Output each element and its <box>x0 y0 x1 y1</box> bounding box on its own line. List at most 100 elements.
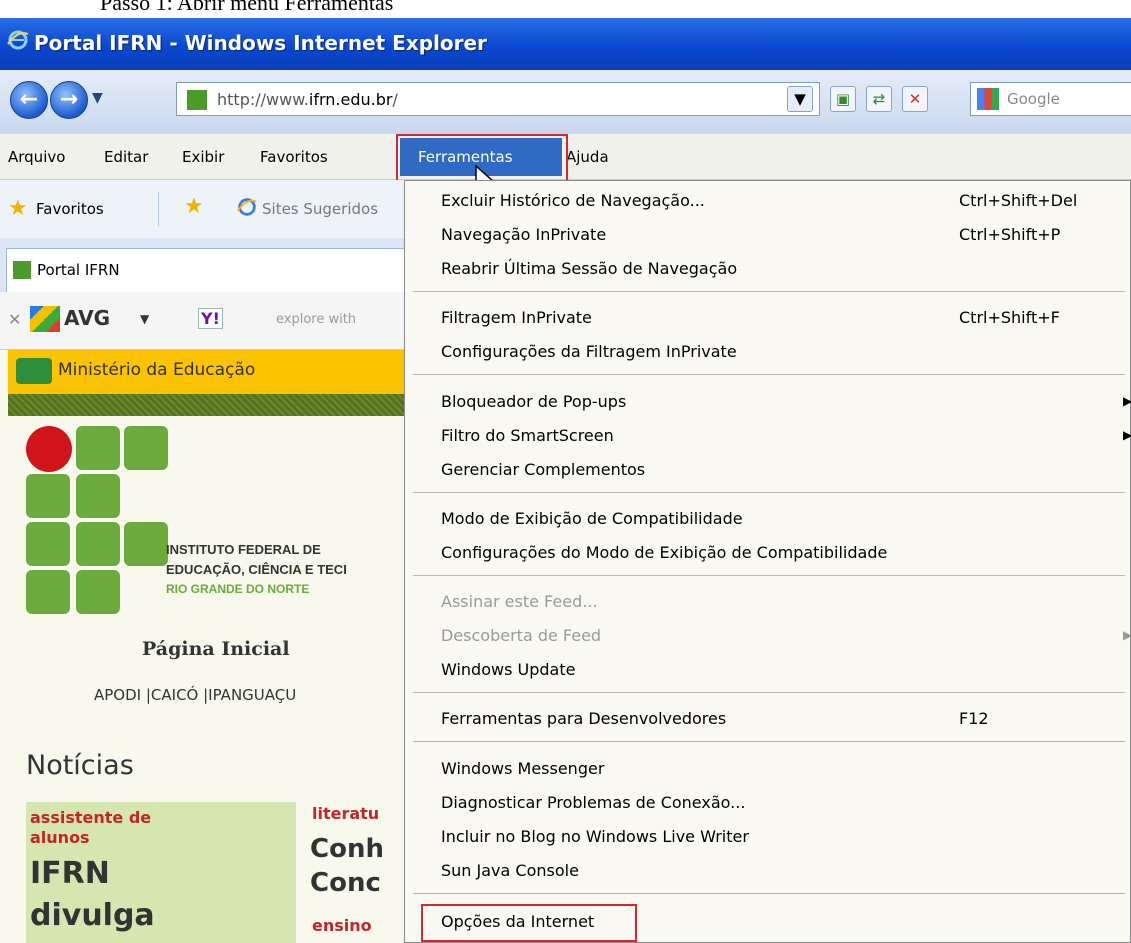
menu-item-descoberta-feed: Descoberta de Feed <box>441 626 602 645</box>
noticias-heading: Notícias <box>26 750 134 781</box>
menu-item-config-compatibilidade[interactable]: Configurações do Modo de Exibição de Com… <box>441 543 887 562</box>
menu-item-smartscreen[interactable]: Filtro do SmartScreen <box>441 426 614 445</box>
add-favorite-icon[interactable]: ★ <box>184 194 204 219</box>
document-caption: Passo 1: Abrir menu Ferramentas <box>100 0 394 15</box>
menu-item-excluir-historico[interactable]: Excluir Histórico de Navegação... <box>441 191 705 210</box>
history-dropdown-icon[interactable]: ▼ <box>92 90 103 106</box>
avg-dropdown-icon[interactable]: ▼ <box>140 312 149 326</box>
sites-sugeridos-link[interactable]: Sites Sugeridos <box>262 200 378 218</box>
menu-item-windows-messenger[interactable]: Windows Messenger <box>441 759 604 778</box>
ie-sites-icon <box>237 198 257 216</box>
window-title: Portal IFRN - Windows Internet Explorer <box>34 31 487 55</box>
news-tag-1a[interactable]: assistente de <box>30 808 151 827</box>
ferramentas-dropdown-menu: Excluir Histórico de Navegação... Ctrl+S… <box>404 180 1131 943</box>
submenu-arrow-icon: ▶ <box>1123 428 1131 442</box>
menu-item-filtragem-inprivate[interactable]: Filtragem InPrivate <box>441 308 592 327</box>
news-title-1a[interactable]: IFRN <box>30 856 110 891</box>
submenu-arrow-icon: ▶ <box>1123 394 1131 408</box>
brazil-flag-icon <box>16 358 52 384</box>
menu-ajuda[interactable]: Ajuda <box>566 148 609 166</box>
tab-label: Portal IFRN <box>37 261 120 279</box>
news-title-2a[interactable]: Conh <box>310 834 384 864</box>
tab-portal-ifrn[interactable]: Portal IFRN <box>6 248 406 292</box>
refresh-icon[interactable]: ⇄ <box>866 86 892 112</box>
menu-item-diagnosticar-conexao[interactable]: Diagnosticar Problemas de Conexão... <box>441 793 745 812</box>
submenu-arrow-icon: ▶ <box>1123 628 1131 642</box>
opcoes-internet-highlight-box <box>421 904 637 942</box>
news-tag-3[interactable]: ensino <box>312 916 372 935</box>
menu-item-sun-java-console[interactable]: Sun Java Console <box>441 861 579 880</box>
menu-item-assinar-feed: Assinar este Feed... <box>441 592 598 611</box>
menu-item-windows-update[interactable]: Windows Update <box>441 660 575 679</box>
institute-line-3: RIO GRANDE DO NORTE <box>166 582 310 596</box>
ifrn-logo-square <box>76 474 120 518</box>
news-tag-2[interactable]: literatu <box>312 804 379 823</box>
address-toolbar: ← → ▼ http://www.ifrn.edu.br/ ▼ ▣ ⇄ ✕ Go… <box>0 70 1131 134</box>
menu-item-incluir-blog[interactable]: Incluir no Blog no Windows Live Writer <box>441 827 749 846</box>
menu-item-navegacao-inprivate[interactable]: Navegação InPrivate <box>441 225 606 244</box>
site-favicon-icon <box>187 90 207 110</box>
menu-item-bloqueador-popups[interactable]: Bloqueador de Pop-ups <box>441 392 626 411</box>
compatibility-view-icon[interactable]: ▣ <box>830 86 856 112</box>
favoritos-button[interactable]: Favoritos <box>36 200 104 218</box>
ifrn-logo-red-dot <box>26 426 72 472</box>
menu-item-modo-compatibilidade[interactable]: Modo de Exibição de Compatibilidade <box>441 509 743 528</box>
shortcut-navegacao-inprivate: Ctrl+Shift+P <box>959 225 1061 244</box>
shortcut-filtragem-inprivate: Ctrl+Shift+F <box>959 308 1060 327</box>
address-bar[interactable]: http://www.ifrn.edu.br/ ▼ <box>176 82 820 116</box>
institute-line-2: EDUCAÇÃO, CIÊNCIA E TECI <box>166 562 347 577</box>
page-content: Ministério da Educação INSTITUTO FEDERAL… <box>0 350 410 943</box>
ministerio-label: Ministério da Educação <box>58 360 256 380</box>
menu-exibir[interactable]: Exibir <box>182 148 224 166</box>
avg-search-input[interactable]: explore with <box>276 312 356 327</box>
menu-separator <box>413 692 1125 693</box>
institute-line-1: INSTITUTO FEDERAL DE <box>166 542 321 557</box>
campus-links[interactable]: APODI |CAICÓ |IPANGUAÇU <box>94 686 296 704</box>
favorites-star-icon: ★ <box>8 196 28 221</box>
ifrn-logo-square <box>124 522 168 566</box>
shortcut-excluir-historico: Ctrl+Shift+Del <box>959 191 1078 210</box>
menu-item-reabrir-sessao[interactable]: Reabrir Última Sessão de Navegação <box>441 259 737 278</box>
ifrn-logo-square <box>76 570 120 614</box>
ifrn-logo-square <box>26 522 70 566</box>
menu-separator <box>413 374 1125 375</box>
pagina-inicial-link[interactable]: Página Inicial <box>142 638 290 660</box>
menu-separator <box>413 893 1125 894</box>
favbar-divider <box>158 192 159 226</box>
back-button[interactable]: ← <box>10 81 48 119</box>
search-box[interactable]: Google <box>970 82 1131 116</box>
ifrn-logo-square <box>124 426 168 470</box>
news-title-2b[interactable]: Conc <box>310 868 381 898</box>
address-url: http://www.ifrn.edu.br/ <box>217 90 398 109</box>
menu-favoritos[interactable]: Favoritos <box>260 148 328 166</box>
stop-icon[interactable]: ✕ <box>902 86 928 112</box>
menu-separator <box>413 291 1125 292</box>
menu-separator <box>413 575 1125 576</box>
search-placeholder: Google <box>1007 90 1060 108</box>
news-title-1b[interactable]: divulga <box>30 898 155 933</box>
menu-separator <box>413 741 1125 742</box>
avg-brand: AVG <box>64 306 111 330</box>
menu-editar[interactable]: Editar <box>104 148 148 166</box>
internet-explorer-icon <box>7 30 29 50</box>
menu-item-config-filtragem[interactable]: Configurações da Filtragem InPrivate <box>441 342 737 361</box>
avg-logo-icon <box>30 306 60 332</box>
green-stripe <box>8 394 410 416</box>
news-tag-1b[interactable]: alunos <box>30 828 90 847</box>
ifrn-logo-square <box>76 426 120 470</box>
menu-separator <box>413 492 1125 493</box>
menu-item-ferramentas-desenvolvedores[interactable]: Ferramentas para Desenvolvedores <box>441 709 726 728</box>
tab-favicon-icon <box>13 261 31 279</box>
close-toolbar-icon[interactable]: ✕ <box>8 310 21 329</box>
menu-arquivo[interactable]: Arquivo <box>8 148 65 166</box>
menu-item-gerenciar-complementos[interactable]: Gerenciar Complementos <box>441 460 645 479</box>
forward-button[interactable]: → <box>50 81 88 119</box>
ifrn-logo-square <box>76 522 120 566</box>
ministerio-banner: Ministério da Educação <box>8 350 410 394</box>
ifrn-logo-square <box>26 570 70 614</box>
ifrn-logo-square <box>26 474 70 518</box>
title-bar: Portal IFRN - Windows Internet Explorer <box>0 18 1131 70</box>
shortcut-ferramentas-desenvolvedores: F12 <box>959 709 989 728</box>
yahoo-button[interactable]: Y! <box>198 308 223 329</box>
address-dropdown-icon[interactable]: ▼ <box>787 86 813 112</box>
